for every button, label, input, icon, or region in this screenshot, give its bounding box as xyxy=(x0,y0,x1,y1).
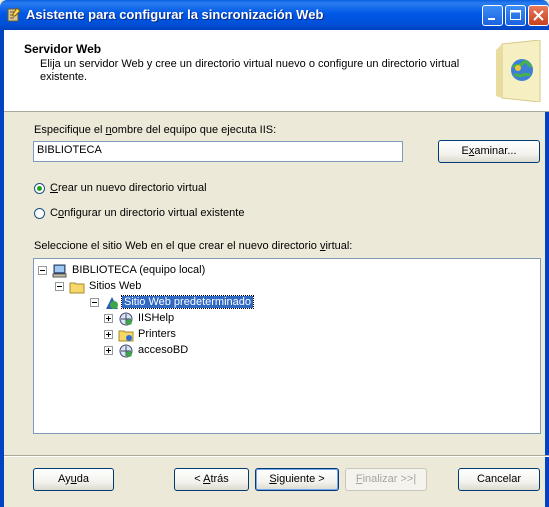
tree-child-label: IISHelp xyxy=(138,312,175,324)
create-directory-radio[interactable] xyxy=(34,183,45,194)
next-label: iguiente > xyxy=(276,473,325,485)
page-title: Servidor Web xyxy=(24,42,102,56)
tree-child-label: accesoBD xyxy=(138,344,189,356)
expand-icon[interactable] xyxy=(104,314,113,323)
footer-separator xyxy=(4,455,549,457)
configure-directory-text-end: nfigurar un directorio virtual existente xyxy=(64,207,245,219)
browse-button[interactable]: Examinar... xyxy=(438,140,540,163)
site-select-label-text: Seleccione el sitio Web en el que crear … xyxy=(34,240,320,252)
maximize-button[interactable] xyxy=(505,5,526,26)
configure-directory-text: C xyxy=(50,207,58,219)
configure-directory-label[interactable]: Configurar un directorio virtual existen… xyxy=(50,207,244,219)
computer-name-label-text-end: ombre del equipo que ejecuta IIS: xyxy=(111,124,277,136)
tree-node-printers[interactable]: Printers xyxy=(104,327,304,343)
website-icon xyxy=(106,297,118,309)
virtual-directory-icon xyxy=(119,312,133,326)
create-directory-text: rear un nuevo directorio virtual xyxy=(57,182,207,194)
back-button[interactable]: < Atrás xyxy=(174,468,249,491)
collapse-icon[interactable] xyxy=(55,282,64,291)
finish-button[interactable]: Finalizar >>| xyxy=(345,468,427,491)
tree-sites-label: Sitios Web xyxy=(89,280,142,292)
tree-node-root[interactable]: BIBLIOTECA (equipo local) xyxy=(38,263,298,279)
close-button[interactable] xyxy=(528,5,549,26)
site-select-label-text-end: irtual: xyxy=(325,240,353,252)
tree-node-default-site[interactable]: Sitio Web predeterminado xyxy=(90,295,290,311)
minimize-icon xyxy=(488,18,495,20)
computer-name-label-text: Especifique el xyxy=(34,124,106,136)
cancel-button[interactable]: Cancelar xyxy=(458,468,540,491)
tree-node-sites[interactable]: Sitios Web xyxy=(55,279,255,295)
wizard-header: Servidor Web Elija un servidor Web y cre… xyxy=(4,30,549,112)
title-bar[interactable]: Asistente para configurar la sincronizac… xyxy=(0,0,549,30)
expand-icon[interactable] xyxy=(104,346,113,355)
web-site-tree[interactable]: BIBLIOTECA (equipo local) Sitios Web Sit… xyxy=(33,258,541,434)
computer-name-label: Especifique el nombre del equipo que eje… xyxy=(34,124,276,136)
finish-label: inalizar >>| xyxy=(362,473,417,485)
expand-icon[interactable] xyxy=(104,330,113,339)
collapse-icon[interactable] xyxy=(38,266,47,275)
browse-label: E xyxy=(461,145,469,157)
help-button[interactable]: Ayuda xyxy=(33,468,114,491)
back-label-end: trás xyxy=(210,473,229,485)
page-description: Elija un servidor Web y cree un director… xyxy=(40,58,460,83)
browse-label-end: aminar... xyxy=(474,145,517,157)
folder-icon xyxy=(69,282,85,294)
next-button[interactable]: Siguiente > xyxy=(255,468,339,491)
computer-name-input[interactable]: BIBLIOTECA xyxy=(33,141,403,162)
collapse-icon[interactable] xyxy=(90,298,99,307)
configure-directory-radio[interactable] xyxy=(34,208,45,219)
minimize-button[interactable] xyxy=(482,5,503,26)
window-title: Asistente para configurar la sincronizac… xyxy=(26,7,324,22)
tree-node-accesobd[interactable]: accesoBD xyxy=(104,343,304,359)
create-directory-label[interactable]: Crear un nuevo directorio virtual xyxy=(50,182,207,194)
maximize-icon xyxy=(510,10,521,20)
next-mnemonic: S xyxy=(269,473,277,485)
site-select-label: Seleccione el sitio Web en el que crear … xyxy=(34,240,352,252)
tree-node-iishelp[interactable]: IISHelp xyxy=(104,311,304,327)
help-label: Ay xyxy=(57,473,71,485)
computer-icon xyxy=(52,264,67,278)
wizard-window: Asistente para configurar la sincronizac… xyxy=(0,0,549,507)
create-directory-mnemonic: C xyxy=(50,182,58,194)
tree-default-site-label: Sitio Web predeterminado xyxy=(121,295,254,309)
tree-root-label: BIBLIOTECA (equipo local) xyxy=(72,264,206,276)
tree-child-label: Printers xyxy=(138,328,176,340)
web-server-illustration xyxy=(496,40,541,102)
wizard-app-icon xyxy=(7,7,21,22)
virtual-directory-icon xyxy=(119,344,133,358)
finish-mnemonic: F xyxy=(355,473,363,485)
back-label: < xyxy=(194,473,204,485)
virtual-folder-icon xyxy=(118,330,134,342)
radio-selected-dot xyxy=(37,186,42,191)
help-label-end: da xyxy=(76,473,89,485)
close-icon xyxy=(533,10,544,21)
